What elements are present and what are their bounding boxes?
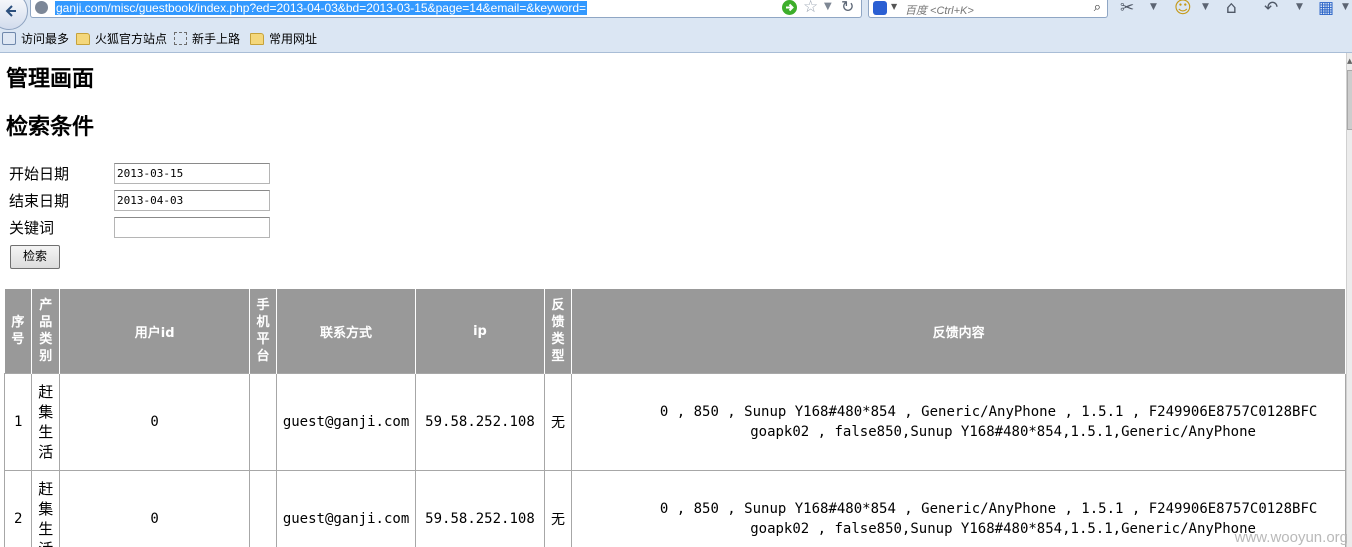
browser-chrome: ganji.com/misc/guestbook/index.php?ed=20… [0,0,1352,53]
header-index: 序号 [4,289,33,374]
address-bar[interactable]: ganji.com/misc/guestbook/index.php?ed=20… [30,0,862,18]
cell-feedback-type: 无 [543,470,573,547]
bookmark-label: 访问最多 [21,32,70,46]
dotted-page-icon [174,32,187,45]
back-arrow-icon [5,5,16,17]
bookmark-getting-started[interactable]: 新手上路 [174,31,240,47]
search-button[interactable]: 检索 [10,245,60,269]
scrollbar-thumb[interactable] [1347,70,1352,130]
content-line: 0 , 850 , Sunup Y168#480*854 , Generic/A… [659,404,1318,420]
keyword-label: 关键词 [9,219,55,237]
folder-icon [250,33,264,45]
page-icon [2,32,16,45]
header-contact: 联系方式 [276,289,417,374]
search-criteria-heading: 检索条件 [6,114,95,140]
content-line: 0 , 850 , Sunup Y168#480*854 , Generic/A… [659,501,1318,517]
bookmark-label: 新手上路 [192,32,241,46]
keyword-input[interactable] [114,217,270,238]
windows-grid-icon[interactable]: ▦ [1318,0,1334,18]
page-title: 管理画面 [6,66,95,92]
bookmark-star-icon[interactable]: ☆ [803,0,818,17]
page-content: 管理画面 检索条件 开始日期 结束日期 关键词 检索 序号 产品类别 用户id … [0,53,1346,547]
engine-dropdown-icon[interactable]: ▼ [891,2,897,11]
cell-index: 1 [3,373,33,471]
cell-index: 2 [3,470,33,547]
feedback-table: 序号 产品类别 用户id 手机平台 联系方式 ip 反馈类型 反馈内容 1 赶集… [3,289,1346,547]
header-feedback-content: 反馈内容 [571,289,1346,374]
cell-product: 赶集生活 [31,470,61,547]
start-date-label: 开始日期 [9,165,70,183]
cell-feedback-content: 0 , 850 , Sunup Y168#480*854 , Generic/A… [571,470,1346,547]
cell-feedback-content: 0 , 850 , Sunup Y168#480*854 , Generic/A… [571,373,1346,471]
header-product: 产品类别 [31,289,61,374]
share-dropdown-icon[interactable]: ▼ [1296,2,1303,12]
header-user-id: 用户id [59,289,251,374]
table-row: 1 赶集生活 0 guest@ganji.com 59.58.252.108 无… [3,373,1346,471]
content-line: goapk02 , false850,Sunup Y168#480*854,1.… [750,424,1256,440]
bookmark-firefox-site[interactable]: 火狐官方站点 [76,31,167,47]
start-date-input[interactable] [114,163,270,184]
cell-ip: 59.58.252.108 [415,373,545,471]
navigation-toolbar: ganji.com/misc/guestbook/index.php?ed=20… [0,0,1352,30]
cell-platform [249,373,277,471]
bookmark-label: 常用网址 [269,32,318,46]
cell-platform [249,470,277,547]
addon-toolbar-icon[interactable]: ✂ [1120,0,1134,18]
cell-feedback-type: 无 [543,373,573,471]
header-feedback-type: 反馈类型 [544,289,573,374]
url-text[interactable]: ganji.com/misc/guestbook/index.php?ed=20… [55,1,588,15]
table-row: 2 赶集生活 0 guest@ganji.com 59.58.252.108 无… [3,470,1346,547]
cell-product: 赶集生活 [31,373,61,471]
scroll-up-arrow-icon[interactable]: ▲ [1347,57,1352,65]
header-platform: 手机平台 [249,289,277,374]
bookmark-most-visited[interactable]: 访问最多 [2,31,69,47]
content-line: goapk02 , false850,Sunup Y168#480*854,1.… [750,521,1256,537]
end-date-label: 结束日期 [9,192,70,210]
cell-ip: 59.58.252.108 [415,470,545,547]
history-dropdown-icon[interactable]: ▼ [824,1,832,12]
bookmark-common-sites[interactable]: 常用网址 [250,31,317,47]
addon-dropdown-icon[interactable]: ▼ [1150,2,1157,12]
folder-icon [76,33,90,45]
smiley-addon-icon[interactable]: ☺ [1174,0,1192,18]
table-header-row: 序号 产品类别 用户id 手机平台 联系方式 ip 反馈类型 反馈内容 [4,289,1346,374]
share-icon[interactable]: ↶ [1264,0,1278,18]
bookmark-label: 火狐官方站点 [95,32,168,46]
back-button[interactable] [0,0,28,30]
cell-user-id: 0 [59,373,251,471]
reload-icon[interactable]: ↻ [841,0,854,16]
cell-contact: guest@ganji.com [275,470,417,547]
cell-user-id: 0 [59,470,251,547]
bookmarks-toolbar: 访问最多 火狐官方站点 新手上路 常用网址 [0,28,1352,50]
watermark: www.wooyun.org [1234,529,1348,546]
cell-contact: guest@ganji.com [275,373,417,471]
search-placeholder[interactable]: 百度 <Ctrl+K> [905,2,974,18]
grid-dropdown-icon[interactable]: ▼ [1342,2,1349,12]
header-ip: ip [415,289,545,374]
search-engine-icon[interactable] [873,1,887,15]
end-date-input[interactable] [114,190,270,211]
site-identity-icon[interactable] [35,1,48,14]
home-icon[interactable]: ⌂ [1226,0,1237,18]
go-arrow-icon[interactable] [782,0,797,15]
search-icon[interactable]: ⌕ [1094,0,1101,15]
search-bar[interactable]: ▼ 百度 <Ctrl+K> ⌕ [868,0,1108,18]
smiley-dropdown-icon[interactable]: ▼ [1202,2,1209,12]
